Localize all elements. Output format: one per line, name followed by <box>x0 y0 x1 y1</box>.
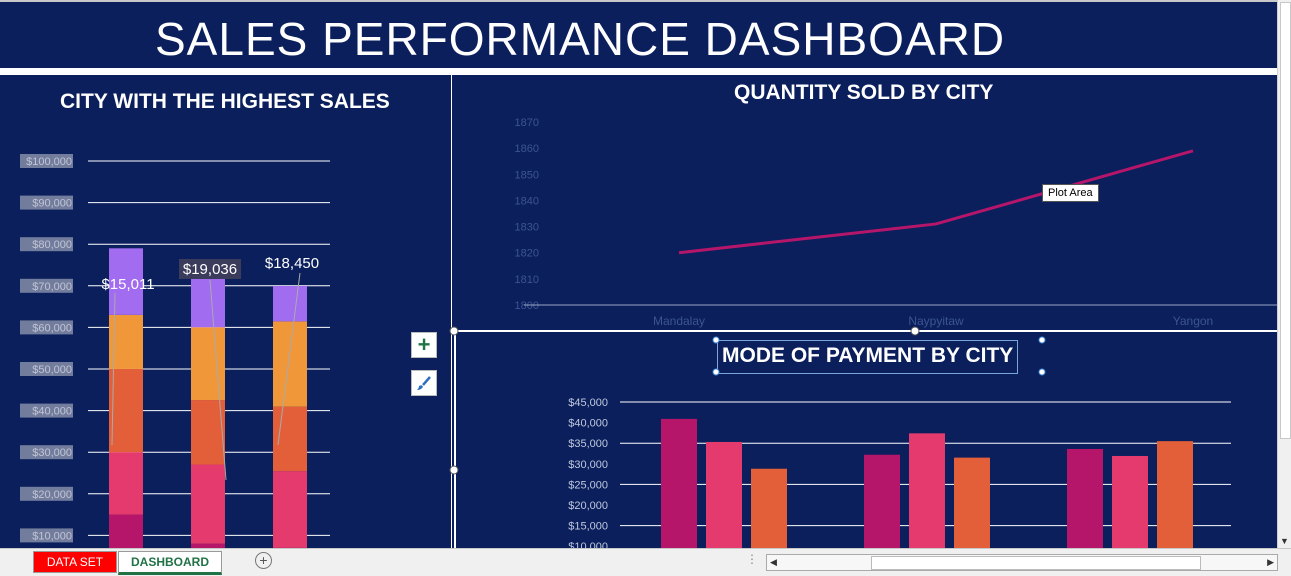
y-tick-label: $60,000 <box>32 322 72 334</box>
x-tick-label: Mandalay <box>653 314 705 328</box>
dashboard-title: SALES PERFORMANCE DASHBOARD <box>155 12 1005 66</box>
dashboard-sheet: SALES PERFORMANCE DASHBOARD CITY WITH TH… <box>0 0 1277 548</box>
y-tick-label: $25,000 <box>568 479 608 491</box>
title-divider <box>0 68 1277 75</box>
grouped-bar <box>1112 456 1148 548</box>
scroll-right-arrow[interactable]: ▶ <box>1267 555 1274 570</box>
stacked-bar-segment <box>273 471 307 548</box>
stacked-bar-segment <box>191 277 225 327</box>
payment-mode-chart[interactable]: MODE OF PAYMENT BY CITY $45,000$40,000$3… <box>454 330 1277 548</box>
y-tick-label: 1840 <box>515 195 539 207</box>
stacked-bar-segment <box>109 369 143 452</box>
vertical-scrollbar[interactable]: ▼ <box>1277 0 1291 548</box>
y-tick-label: 1800 <box>515 300 539 312</box>
tab-data-set[interactable]: DATA SET <box>33 551 117 573</box>
stacked-bar-segment <box>273 286 307 321</box>
payment-mode-chart-svg: $45,000 $40,000 $35,000 $30,000 $25,000 $20,0… <box>456 332 1277 548</box>
x-tick-label: Naypyitaw <box>908 314 964 328</box>
chart-styles-button[interactable] <box>411 370 437 396</box>
y-tick-label: $40,000 <box>568 418 608 430</box>
grouped-bar <box>909 433 945 548</box>
stacked-bar-segment <box>109 515 143 548</box>
chart-elements-button[interactable]: + <box>411 332 437 358</box>
horizontal-scrollbar[interactable]: ◀ ▶ <box>766 554 1278 571</box>
y-tick-label: 1860 <box>515 143 539 155</box>
series-line <box>679 151 1193 253</box>
y-tick-label: $30,000 <box>568 459 608 471</box>
city-sales-chart-svg: $10,000 $20,000 $30,000 $40,000 $50,000 $60,0… <box>0 75 451 548</box>
paintbrush-icon <box>416 375 432 391</box>
y-tick-label: 1830 <box>515 222 539 234</box>
grouped-bar <box>706 442 742 548</box>
tab-split-handle[interactable]: ⋮ <box>746 552 758 566</box>
y-tick-label: $80,000 <box>32 239 72 251</box>
y-tick-label: $70,000 <box>32 281 72 293</box>
y-tick-label: $20,000 <box>32 489 72 501</box>
y-tick-label: $10,000 <box>568 541 608 548</box>
stacked-bar-segment <box>191 327 225 400</box>
stacked-bar-segment <box>273 407 307 471</box>
scroll-down-arrow[interactable]: ▼ <box>1280 536 1289 546</box>
y-tick-label: 1820 <box>515 248 539 260</box>
quantity-sold-chart-svg: 1800 1810 1820 1830 1840 1850 1860 1870 Mandalay… <box>452 75 1277 328</box>
y-tick-label: $40,000 <box>32 406 72 418</box>
stacked-bar-segment <box>109 452 143 514</box>
y-tick-label: $10,000 <box>32 530 72 542</box>
title-banner: SALES PERFORMANCE DASHBOARD <box>0 2 1277 68</box>
vertical-scroll-thumb[interactable] <box>1280 2 1291 439</box>
y-tick-label: $35,000 <box>568 438 608 450</box>
y-tick-label: $15,000 <box>568 521 608 533</box>
grouped-bar <box>1067 449 1103 548</box>
plot-area-tooltip: Plot Area <box>1042 184 1099 202</box>
quantity-sold-chart[interactable]: QUANTITY SOLD BY CITY 180018101820183018… <box>452 75 1277 328</box>
grouped-bar <box>864 455 900 548</box>
y-tick-label: $50,000 <box>32 364 72 376</box>
stacked-bar-segment <box>191 465 225 544</box>
tab-dashboard[interactable]: DASHBOARD <box>118 551 222 575</box>
scroll-left-arrow[interactable]: ◀ <box>770 555 777 570</box>
grouped-bar <box>954 458 990 548</box>
plus-circle-icon[interactable]: + <box>255 552 272 569</box>
grouped-bar <box>661 419 697 548</box>
grouped-bar <box>1157 441 1193 548</box>
sheet-tab-bar: DATA SET DASHBOARD + ⋮ ◀ ▶ <box>0 548 1291 576</box>
y-tick-label: $20,000 <box>568 500 608 512</box>
y-tick-label: $100,000 <box>26 156 72 168</box>
y-tick-label: $45,000 <box>568 397 608 409</box>
x-tick-label: Yangon <box>1173 314 1213 328</box>
y-tick-label: 1850 <box>515 169 539 181</box>
plus-icon: + <box>418 334 431 356</box>
stacked-bar-segment <box>273 321 307 406</box>
y-tick-label: $30,000 <box>32 447 72 459</box>
data-label: $19,036 <box>183 261 237 278</box>
y-tick-label: 1810 <box>515 274 539 286</box>
y-tick-label: $90,000 <box>32 198 72 210</box>
grouped-bar <box>751 469 787 548</box>
data-label: $15,011 <box>101 276 154 293</box>
data-label: $18,450 <box>265 255 319 272</box>
horizontal-scroll-thumb[interactable] <box>871 556 1201 570</box>
y-tick-label: 1870 <box>515 117 539 129</box>
city-sales-chart[interactable]: CITY WITH THE HIGHEST SALES $10,000$20,0… <box>0 75 452 548</box>
